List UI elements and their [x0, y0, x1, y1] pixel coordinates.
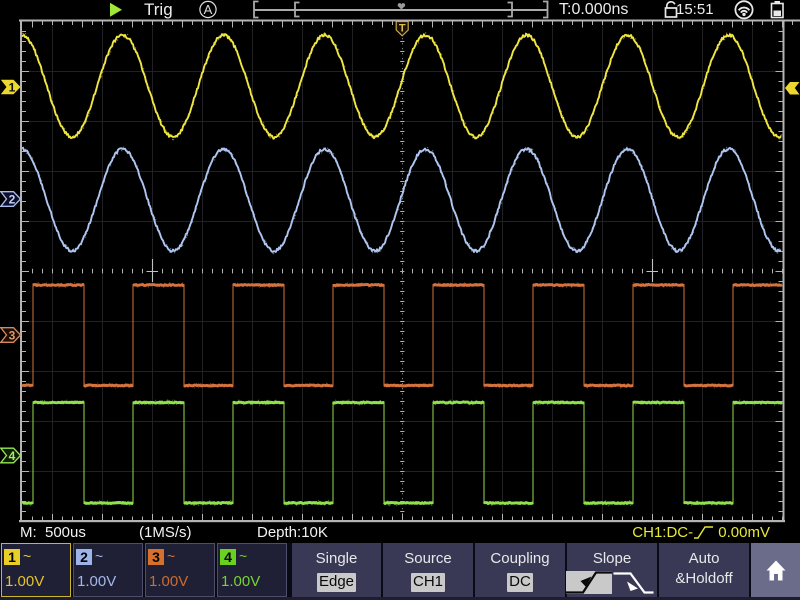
svg-text:4: 4 [9, 449, 16, 463]
svg-text:T: T [399, 23, 406, 35]
svg-text:A: A [204, 2, 213, 17]
svg-text:3: 3 [9, 329, 16, 343]
svg-text:2: 2 [9, 193, 16, 207]
svg-text:1: 1 [9, 81, 16, 95]
